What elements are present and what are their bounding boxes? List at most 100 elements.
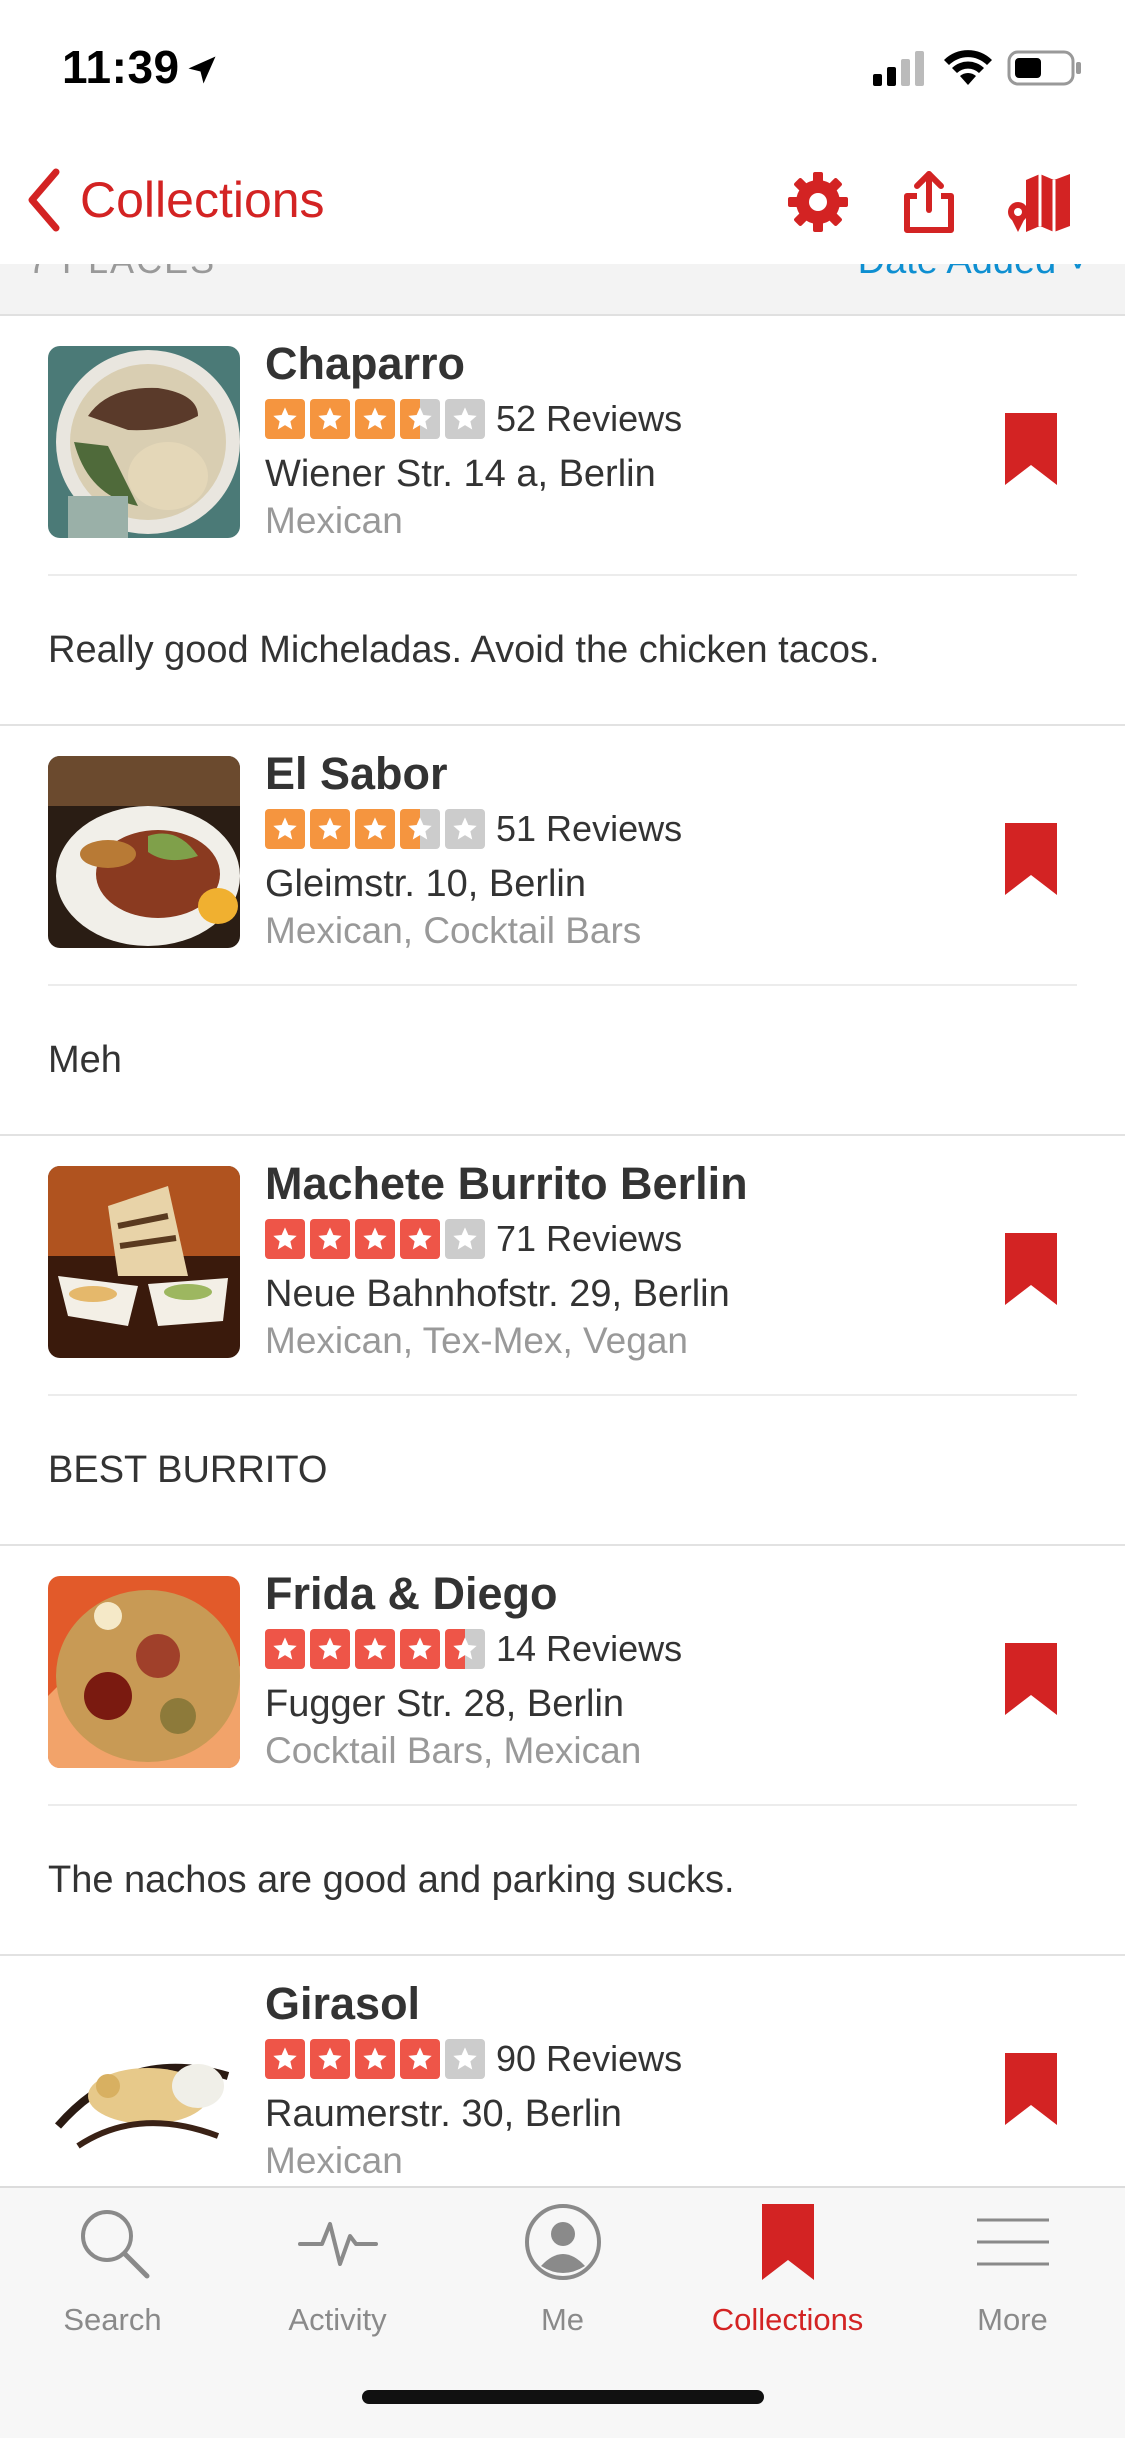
- profile-icon: [524, 2204, 601, 2280]
- business-card[interactable]: Frida & Diego 14 Reviews Fugger Str. 28,…: [48, 1546, 1077, 1806]
- map-icon[interactable]: [1004, 166, 1076, 238]
- business-categories: Mexican: [265, 2140, 403, 2181]
- business-address: Fugger Str. 28, Berlin: [265, 1683, 625, 1725]
- business-categories: Mexican, Cocktail Bars: [265, 910, 642, 951]
- list-item: El Sabor 51 Reviews Gleimstr. 10, Berlin…: [0, 726, 1125, 1136]
- collection-note: BEST BURRITO: [48, 1448, 328, 1491]
- star-icon: [310, 809, 350, 849]
- collection-note: Really good Micheladas. Avoid the chicke…: [48, 628, 880, 671]
- stars: [265, 399, 490, 439]
- star-icon: [355, 1629, 395, 1669]
- list-item: Chaparro 52 Reviews Wiener Str. 14 a, Be…: [0, 316, 1125, 726]
- business-photo[interactable]: [48, 346, 240, 538]
- bookmark-icon[interactable]: [1003, 821, 1059, 897]
- tab-more[interactable]: More: [900, 2202, 1125, 2352]
- business-name[interactable]: Frida & Diego: [265, 1566, 682, 1622]
- tab-search[interactable]: Search: [0, 2202, 225, 2352]
- collection-note: Meh: [48, 1038, 122, 1081]
- review-count: 51 Reviews: [496, 808, 683, 849]
- gear-icon[interactable]: [782, 166, 854, 238]
- star-icon: [355, 2039, 395, 2079]
- business-card[interactable]: Girasol 90 Reviews Raumerstr. 30, Berlin…: [48, 1956, 1077, 2186]
- business-categories: Mexican: [265, 500, 403, 541]
- star-icon: [355, 809, 395, 849]
- home-indicator[interactable]: [362, 2390, 764, 2404]
- business-name[interactable]: Girasol: [265, 1976, 682, 2032]
- bookmark-icon[interactable]: [1003, 1231, 1059, 1307]
- star-rating: 71 Reviews: [265, 1218, 748, 1260]
- star-icon: [355, 1219, 395, 1259]
- chevron-left-icon: [28, 168, 60, 232]
- tab-label: Search: [63, 2302, 162, 2337]
- star-icon: [445, 1629, 485, 1669]
- star-rating: 51 Reviews: [265, 808, 682, 850]
- business-name[interactable]: El Sabor: [265, 746, 682, 802]
- business-photo[interactable]: [48, 1576, 240, 1768]
- star-icon: [400, 1219, 440, 1259]
- stars: [265, 809, 490, 849]
- star-icon: [310, 2039, 350, 2079]
- star-rating: 52 Reviews: [265, 398, 682, 440]
- bookmark-icon[interactable]: [1003, 2051, 1059, 2127]
- star-rating: 90 Reviews: [265, 2038, 682, 2080]
- star-icon: [445, 1219, 485, 1259]
- star-icon: [400, 1629, 440, 1669]
- wifi-icon: [944, 50, 992, 85]
- star-rating: 14 Reviews: [265, 1628, 682, 1670]
- stars: [265, 1629, 490, 1669]
- business-name[interactable]: Machete Burrito Berlin: [265, 1156, 748, 1212]
- star-icon: [445, 399, 485, 439]
- back-button[interactable]: Collections: [24, 168, 325, 232]
- business-address: Wiener Str. 14 a, Berlin: [265, 453, 656, 495]
- star-icon: [355, 399, 395, 439]
- bookmark-icon[interactable]: [1003, 1641, 1059, 1717]
- star-icon: [265, 399, 305, 439]
- star-icon: [445, 809, 485, 849]
- list-item: Machete Burrito Berlin 71 Reviews Neue B…: [0, 1136, 1125, 1546]
- menu-icon: [976, 2218, 1049, 2266]
- list-item: Girasol 90 Reviews Raumerstr. 30, Berlin…: [0, 1956, 1125, 2186]
- tab-label: More: [977, 2302, 1048, 2337]
- tab-collections[interactable]: Collections: [675, 2202, 900, 2352]
- tab-activity[interactable]: Activity: [225, 2202, 450, 2352]
- business-categories: Cocktail Bars, Mexican: [265, 1730, 642, 1771]
- review-count: 14 Reviews: [496, 1628, 683, 1669]
- star-icon: [265, 2039, 305, 2079]
- bookmark-icon[interactable]: [1003, 411, 1059, 487]
- bookmark-icon: [761, 2204, 814, 2280]
- tab-me[interactable]: Me: [450, 2202, 675, 2352]
- review-count: 52 Reviews: [496, 398, 683, 439]
- status-time: 11:39: [62, 41, 180, 93]
- tab-label: Activity: [288, 2302, 387, 2337]
- business-photo[interactable]: [48, 1166, 240, 1358]
- sort-dropdown[interactable]: Date Added ˅: [858, 264, 1089, 283]
- star-icon: [400, 2039, 440, 2079]
- business-name[interactable]: Chaparro: [265, 336, 682, 392]
- star-icon: [265, 1629, 305, 1669]
- star-icon: [310, 1629, 350, 1669]
- business-photo[interactable]: [48, 756, 240, 948]
- collection-list: Chaparro 52 Reviews Wiener Str. 14 a, Be…: [0, 316, 1125, 2186]
- business-card[interactable]: Machete Burrito Berlin 71 Reviews Neue B…: [48, 1136, 1077, 1396]
- share-icon[interactable]: [893, 166, 965, 238]
- collection-note: The nachos are good and parking sucks.: [48, 1858, 735, 1901]
- business-card[interactable]: Chaparro 52 Reviews Wiener Str. 14 a, Be…: [48, 316, 1077, 576]
- business-photo[interactable]: [48, 1986, 240, 2178]
- review-count: 71 Reviews: [496, 1218, 683, 1259]
- nav-bar: Collections: [0, 140, 1125, 264]
- status-icons: [873, 46, 1083, 90]
- search-icon: [80, 2210, 149, 2279]
- stars: [265, 1219, 490, 1259]
- back-label: Collections: [80, 172, 325, 228]
- review-count: 90 Reviews: [496, 2038, 683, 2079]
- star-icon: [310, 1219, 350, 1259]
- stars: [265, 2039, 490, 2079]
- signal-icon: [873, 51, 924, 86]
- list-item: Frida & Diego 14 Reviews Fugger Str. 28,…: [0, 1546, 1125, 1956]
- business-card[interactable]: El Sabor 51 Reviews Gleimstr. 10, Berlin…: [48, 726, 1077, 986]
- star-icon: [310, 399, 350, 439]
- places-count: 7 PLACES: [28, 264, 216, 282]
- sort-header: 7 PLACES Date Added ˅: [0, 264, 1125, 316]
- star-icon: [445, 2039, 485, 2079]
- star-icon: [265, 1219, 305, 1259]
